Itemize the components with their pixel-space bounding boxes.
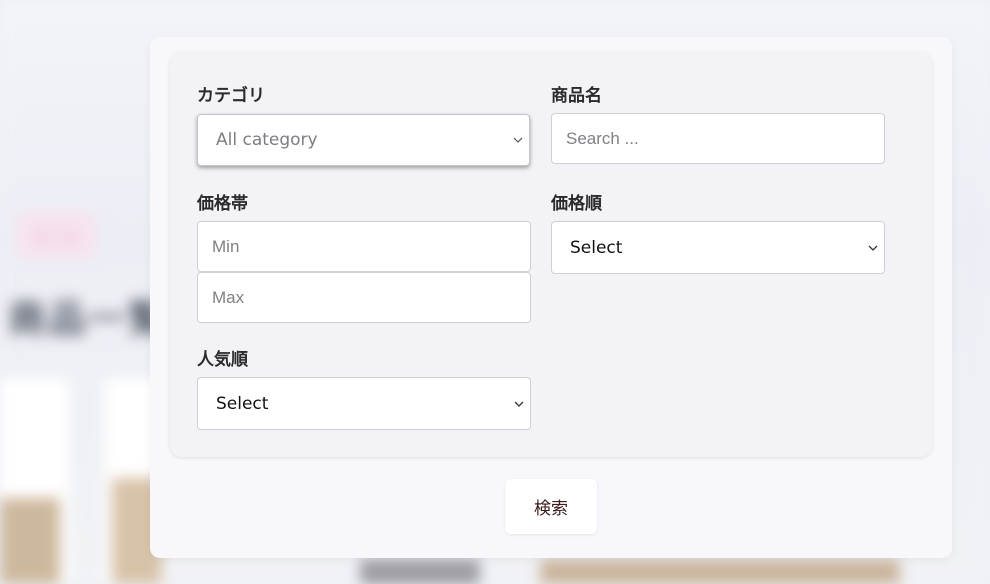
search-button[interactable]: 検索 — [505, 479, 597, 534]
background-product-image — [360, 560, 480, 584]
price-max-field — [197, 272, 531, 323]
price-min-field — [197, 221, 531, 272]
price-order-select-value: Select — [570, 237, 623, 258]
price-range-label: 価格帯 — [197, 194, 248, 214]
chevron-down-icon — [514, 401, 524, 407]
product-name-field — [551, 113, 885, 164]
chevron-down-icon — [868, 245, 878, 251]
category-select-value: All category — [216, 130, 318, 150]
chevron-down-icon — [513, 137, 523, 143]
price-min-input[interactable] — [198, 222, 530, 271]
background-badge: セール — [16, 212, 96, 258]
background-product-image — [540, 560, 900, 584]
price-order-label: 価格順 — [551, 194, 602, 214]
price-order-select[interactable]: Select — [551, 221, 885, 274]
product-name-label: 商品名 — [551, 86, 602, 106]
product-name-input[interactable] — [552, 114, 884, 163]
filter-card: カテゴリ All category 商品名 価格帯 価格順 Select — [170, 52, 932, 457]
price-max-input[interactable] — [198, 273, 530, 322]
filter-popup: カテゴリ All category 商品名 価格帯 価格順 Select — [150, 37, 952, 558]
background-badge-text: セール — [34, 228, 80, 246]
background-title: 商品一覧 — [8, 297, 169, 341]
popularity-order-label: 人気順 — [197, 350, 248, 370]
popularity-order-select[interactable]: Select — [197, 377, 531, 430]
background-product-image — [0, 498, 60, 584]
category-label: カテゴリ — [197, 86, 265, 106]
category-select[interactable]: All category — [197, 114, 530, 166]
popularity-order-select-value: Select — [216, 393, 269, 414]
